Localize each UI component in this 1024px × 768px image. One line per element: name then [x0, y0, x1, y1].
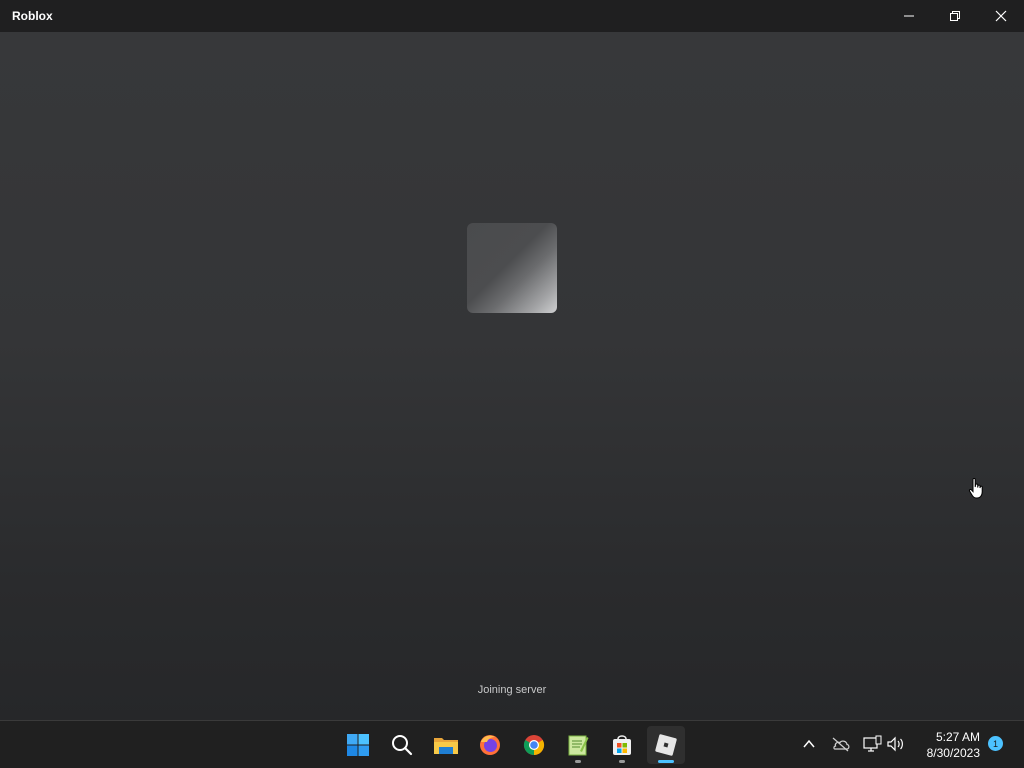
game-viewport[interactable]: Joining server [0, 32, 1024, 720]
taskbar-notepad-plus-plus[interactable] [559, 726, 597, 764]
minimize-button[interactable] [886, 0, 932, 32]
tray-network[interactable] [861, 733, 883, 755]
chevron-up-icon [803, 739, 815, 748]
tray-onedrive[interactable] [830, 733, 852, 755]
taskbar-microsoft-store[interactable] [603, 726, 641, 764]
chrome-icon [523, 735, 545, 756]
taskbar-start[interactable] [339, 726, 377, 764]
taskbar-search[interactable] [383, 726, 421, 764]
taskbar-chrome[interactable] [515, 726, 553, 764]
window-title: Roblox [12, 9, 53, 23]
firefox-icon [480, 735, 500, 755]
tray-show-hidden[interactable] [798, 733, 820, 755]
roblox-icon [655, 734, 677, 756]
restore-button[interactable] [932, 0, 978, 32]
volume-icon [887, 736, 903, 752]
clock-date: 8/30/2023 [926, 746, 980, 760]
taskbar-roblox[interactable] [647, 726, 685, 764]
running-indicator [658, 760, 674, 763]
minimize-icon [904, 15, 914, 17]
taskbar-clock[interactable]: 5:27 AM 8/30/2023 [914, 729, 980, 761]
taskbar: 5:27 AM 8/30/2023 [0, 720, 1024, 768]
close-icon [995, 10, 1007, 22]
close-button[interactable] [978, 0, 1024, 32]
search-icon [392, 735, 413, 756]
window-titlebar[interactable]: Roblox [0, 0, 1024, 32]
store-icon [613, 735, 631, 755]
network-icon [863, 735, 882, 752]
running-indicator [575, 760, 581, 763]
clock-time: 5:27 AM [935, 730, 980, 744]
notepad-icon [568, 735, 589, 756]
notification-badge[interactable]: 1 [988, 736, 1003, 751]
folder-icon [434, 738, 458, 754]
restore-icon [950, 11, 960, 21]
windows-start-icon [347, 734, 369, 756]
roblox-loading-logo [467, 223, 557, 313]
hand-cursor-icon [968, 478, 983, 499]
running-indicator [619, 760, 625, 763]
taskbar-firefox[interactable] [471, 726, 509, 764]
onedrive-offline-icon [832, 737, 850, 752]
loading-status-text: Joining server [477, 684, 547, 696]
taskbar-file-explorer[interactable] [427, 726, 465, 764]
tray-volume[interactable] [885, 733, 907, 755]
